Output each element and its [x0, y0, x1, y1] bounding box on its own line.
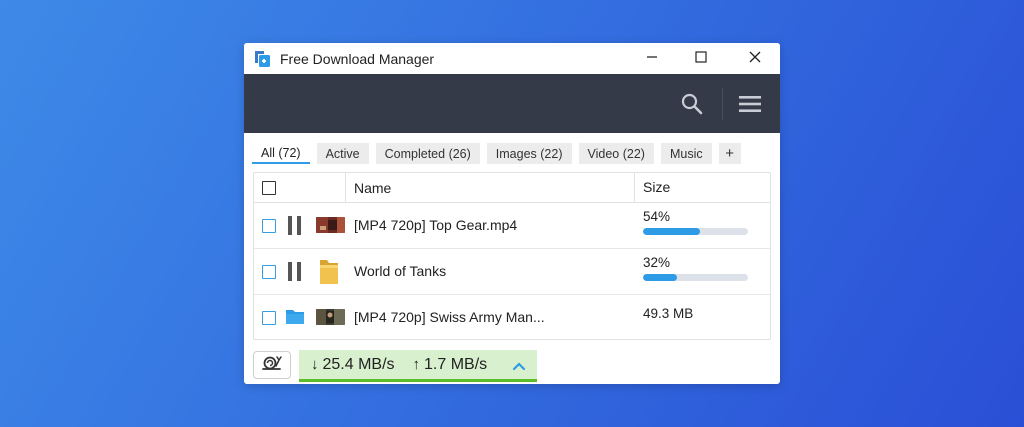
column-divider: [634, 173, 635, 203]
download-speed: 25.4 MB/s: [322, 355, 395, 373]
maximize-icon: [695, 50, 707, 68]
video-thumbnail: [316, 309, 345, 325]
snail-mode-button[interactable]: [253, 351, 291, 379]
download-arrow-icon: ↓: [311, 356, 319, 373]
progress-percent: 32%: [643, 255, 671, 270]
upload-arrow-icon: ↑: [412, 356, 421, 373]
column-divider: [345, 173, 346, 203]
minimize-icon: [646, 50, 658, 68]
speed-indicator[interactable]: ↓ 25.4 MB/s ↑ 1.7 MB/s: [299, 350, 537, 382]
chevron-up-icon[interactable]: [512, 358, 526, 371]
toolbar-divider: [722, 88, 723, 120]
row-checkbox[interactable]: [262, 219, 276, 233]
select-all-checkbox[interactable]: [262, 181, 276, 195]
add-tab-button[interactable]: +: [718, 143, 741, 164]
tab-completed[interactable]: Completed (26): [375, 143, 480, 164]
table-row[interactable]: [MP4 720p] Top Gear.mp4 54%: [254, 203, 770, 249]
progress-fill: [643, 228, 700, 235]
snail-icon: [260, 354, 284, 377]
progress-bar: [643, 274, 748, 281]
hamburger-menu-icon[interactable]: [738, 93, 762, 115]
app-window: Free Download Manager All (72) Active Co…: [244, 43, 780, 384]
close-button[interactable]: [730, 43, 780, 74]
folder-icon: [318, 257, 340, 287]
close-icon: [749, 50, 761, 68]
tab-music[interactable]: Music: [660, 143, 712, 164]
app-logo-icon: [252, 49, 272, 69]
pause-icon[interactable]: [288, 216, 302, 235]
file-size: 49.3 MB: [643, 306, 694, 321]
progress-fill: [643, 274, 677, 281]
file-name: World of Tanks: [354, 263, 447, 279]
open-folder-icon[interactable]: [285, 308, 305, 326]
tab-images[interactable]: Images (22): [486, 143, 572, 164]
window-title: Free Download Manager: [280, 50, 435, 67]
minimize-button[interactable]: [627, 43, 677, 74]
column-header-size[interactable]: Size: [643, 179, 670, 195]
downloads-table: Name Size [MP4 720p] Top Gear.mp4 54% Wo…: [253, 172, 771, 340]
file-name: [MP4 720p] Top Gear.mp4: [354, 217, 518, 233]
filter-tabs: All (72) Active Completed (26) Images (2…: [252, 143, 741, 164]
search-icon[interactable]: [680, 92, 704, 116]
video-thumbnail: [316, 217, 345, 233]
tab-all[interactable]: All (72): [252, 143, 310, 164]
table-row[interactable]: [MP4 720p] Swiss Army Man... 49.3 MB: [254, 295, 770, 341]
row-checkbox[interactable]: [262, 265, 276, 279]
title-bar: Free Download Manager: [244, 43, 780, 74]
toolbar: [244, 74, 780, 133]
file-name: [MP4 720p] Swiss Army Man...: [354, 309, 545, 325]
table-header: Name Size: [254, 173, 770, 203]
table-row[interactable]: World of Tanks 32%: [254, 249, 770, 295]
upload-speed: 1.7 MB/s: [424, 355, 488, 373]
progress-bar: [643, 228, 748, 235]
maximize-button[interactable]: [676, 43, 726, 74]
tab-active[interactable]: Active: [316, 143, 369, 164]
column-header-name[interactable]: Name: [354, 180, 391, 196]
row-checkbox[interactable]: [262, 311, 276, 325]
pause-icon[interactable]: [288, 262, 302, 281]
progress-percent: 54%: [643, 209, 671, 224]
tab-video[interactable]: Video (22): [578, 143, 654, 164]
